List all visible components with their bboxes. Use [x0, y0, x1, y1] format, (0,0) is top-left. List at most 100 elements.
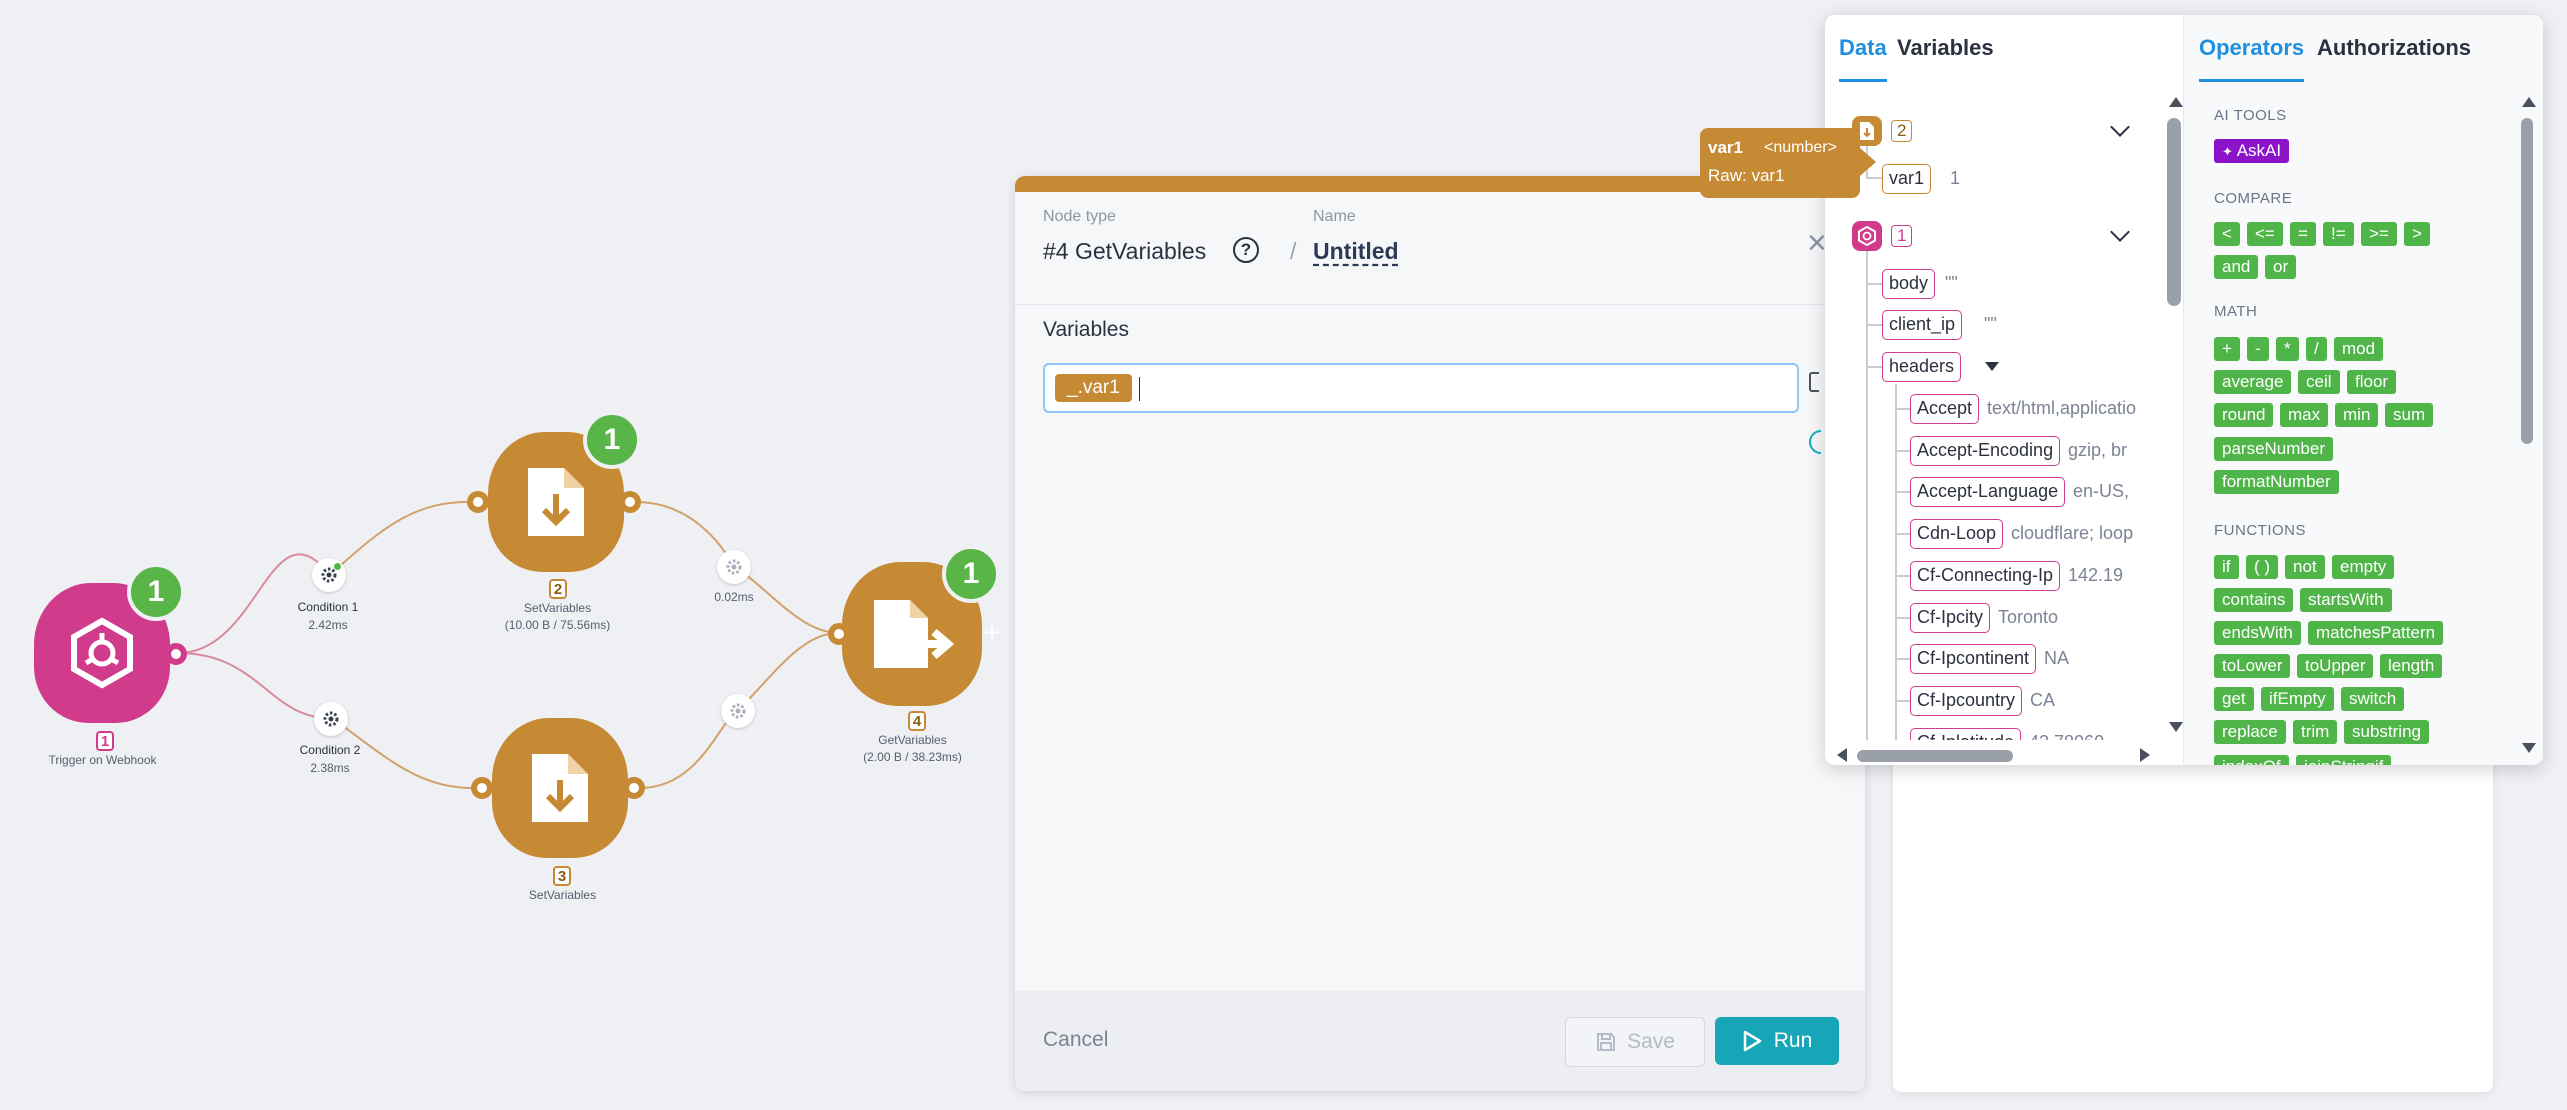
header-key[interactable]: Cf-Iplatitude [1910, 728, 2022, 740]
tree-key[interactable]: client_ip [1882, 310, 1963, 340]
tree-key[interactable]: var1 [1882, 164, 1932, 194]
op-button[interactable]: endsWith [2214, 621, 2301, 645]
op-button[interactable]: min [2335, 403, 2379, 427]
op-button[interactable]: * [2276, 337, 2299, 361]
op-askai-button[interactable]: ✦ AskAI [2214, 139, 2290, 163]
op-button[interactable]: replace [2214, 720, 2286, 744]
op-button[interactable]: ceil [2298, 370, 2340, 394]
tree-key[interactable]: body [1882, 269, 1936, 299]
tab-data[interactable]: Data [1839, 35, 1887, 82]
op-button[interactable]: parseNumber [2214, 437, 2333, 461]
op-button[interactable]: empty [2332, 555, 2395, 579]
cancel-button[interactable]: Cancel [1043, 1028, 1108, 1052]
node-editor-panel: Node type #4 GetVariables ? / Name Untit… [1015, 176, 1865, 1091]
op-button[interactable]: switch [2341, 687, 2405, 711]
scroll-down-arrow-icon[interactable] [2522, 743, 2536, 753]
op-button[interactable]: indexOf [2214, 755, 2289, 765]
variable-chip[interactable]: _.var1 [1055, 374, 1132, 402]
scroll-up-arrow-icon[interactable] [2169, 97, 2183, 107]
op-button[interactable]: floor [2347, 370, 2397, 394]
variables-input[interactable]: _.var1 [1043, 363, 1799, 413]
op-button[interactable]: matchesPattern [2308, 621, 2444, 645]
help-icon[interactable]: ? [1233, 237, 1259, 263]
header-value: NA [2044, 648, 2070, 668]
op-button[interactable]: formatNumber [2214, 470, 2339, 494]
op-button[interactable]: max [2280, 403, 2329, 427]
op-button[interactable]: / [2306, 337, 2327, 361]
expand-triangle-icon[interactable] [1985, 362, 1999, 371]
op-button[interactable]: + [2214, 337, 2240, 361]
add-node-plus-icon[interactable]: + [977, 618, 1007, 648]
header-key[interactable]: Cf-Ipcity [1910, 603, 1991, 633]
edge-gear-icon[interactable] [721, 694, 755, 728]
condition-1-gear-icon[interactable] [312, 558, 346, 592]
scroll-up-arrow-icon[interactable] [2522, 97, 2536, 107]
run-button[interactable]: Run [1715, 1017, 1839, 1065]
scroll-right-arrow-icon[interactable] [2140, 748, 2150, 762]
op-button[interactable]: round [2214, 403, 2274, 427]
vertical-scrollbar-thumb[interactable] [2521, 118, 2533, 444]
scroll-down-arrow-icon[interactable] [2169, 722, 2183, 732]
chevron-down-icon[interactable] [2110, 117, 2130, 137]
tab-operators[interactable]: Operators [2199, 35, 2305, 82]
op-button[interactable]: not [2285, 555, 2325, 579]
op-button[interactable]: sum [2385, 403, 2434, 427]
horizontal-scrollbar-thumb[interactable] [1857, 750, 2013, 762]
input-port[interactable] [467, 491, 489, 513]
condition-2-gear-icon[interactable] [314, 702, 348, 736]
op-button[interactable]: startsWith [2300, 588, 2392, 612]
input-port[interactable] [471, 777, 493, 799]
setvariables-node-3[interactable] [492, 718, 628, 858]
op-button[interactable]: contains [2214, 588, 2294, 612]
op-button[interactable]: mod [2334, 337, 2384, 361]
header-value: en-US, [2073, 481, 2130, 501]
output-port[interactable] [165, 643, 187, 665]
header-key[interactable]: Cf-Ipcontinent [1910, 644, 2037, 674]
op-button[interactable]: if [2214, 555, 2239, 579]
op-button[interactable]: != [2323, 222, 2354, 246]
copy-icon[interactable] [1809, 372, 1819, 392]
execution-count-badge: 1 [942, 545, 1000, 603]
op-button[interactable]: get [2214, 687, 2254, 711]
header-key[interactable]: Accept-Language [1910, 477, 2066, 507]
op-button[interactable]: < [2214, 222, 2240, 246]
header-key[interactable]: Cdn-Loop [1910, 519, 2004, 549]
op-button[interactable]: ifEmpty [2261, 687, 2334, 711]
input-port[interactable] [828, 623, 850, 645]
op-button[interactable]: >= [2361, 222, 2397, 246]
op-button[interactable]: toUpper [2297, 654, 2374, 678]
save-button[interactable]: Save [1565, 1017, 1705, 1067]
op-button[interactable]: ( ) [2246, 555, 2279, 579]
tab-variables[interactable]: Variables [1897, 35, 1994, 79]
header-key[interactable]: Accept [1910, 394, 1980, 424]
op-button[interactable]: average [2214, 370, 2292, 394]
op-button[interactable]: and [2214, 255, 2259, 279]
op-button[interactable]: - [2247, 337, 2269, 361]
workflow-canvas[interactable]: 1 1 Trigger on Webhook 1 2 SetVariables … [0, 0, 1020, 1110]
webhook-icon [1852, 221, 1882, 251]
output-port[interactable] [619, 491, 641, 513]
header-key[interactable]: Cf-Ipcountry [1910, 686, 2023, 716]
header-key[interactable]: Cf-Connecting-Ip [1910, 561, 2061, 591]
tree-line [1866, 366, 1882, 368]
op-button[interactable]: trim [2293, 720, 2338, 744]
op-button[interactable]: length [2380, 654, 2443, 678]
op-button[interactable]: > [2404, 222, 2430, 246]
op-button[interactable]: = [2290, 222, 2316, 246]
close-icon[interactable]: × [1807, 224, 1827, 263]
op-button[interactable]: <= [2247, 222, 2283, 246]
scroll-left-arrow-icon[interactable] [1837, 748, 1847, 762]
output-port[interactable] [623, 777, 645, 799]
op-button[interactable]: joinStringif [2296, 755, 2392, 765]
tooltip-var-type: <number> [1764, 139, 1837, 156]
node-name-field[interactable]: Untitled [1313, 238, 1399, 265]
header-key[interactable]: Accept-Encoding [1910, 436, 2061, 466]
vertical-scrollbar-thumb[interactable] [2167, 118, 2181, 306]
tab-authorizations[interactable]: Authorizations [2317, 35, 2471, 79]
chevron-down-icon[interactable] [2110, 222, 2130, 242]
op-button[interactable]: or [2265, 255, 2297, 279]
edge-gear-icon[interactable] [717, 550, 751, 584]
op-button[interactable]: toLower [2214, 654, 2291, 678]
tree-key[interactable]: headers [1882, 352, 1962, 382]
op-button[interactable]: substring [2344, 720, 2429, 744]
